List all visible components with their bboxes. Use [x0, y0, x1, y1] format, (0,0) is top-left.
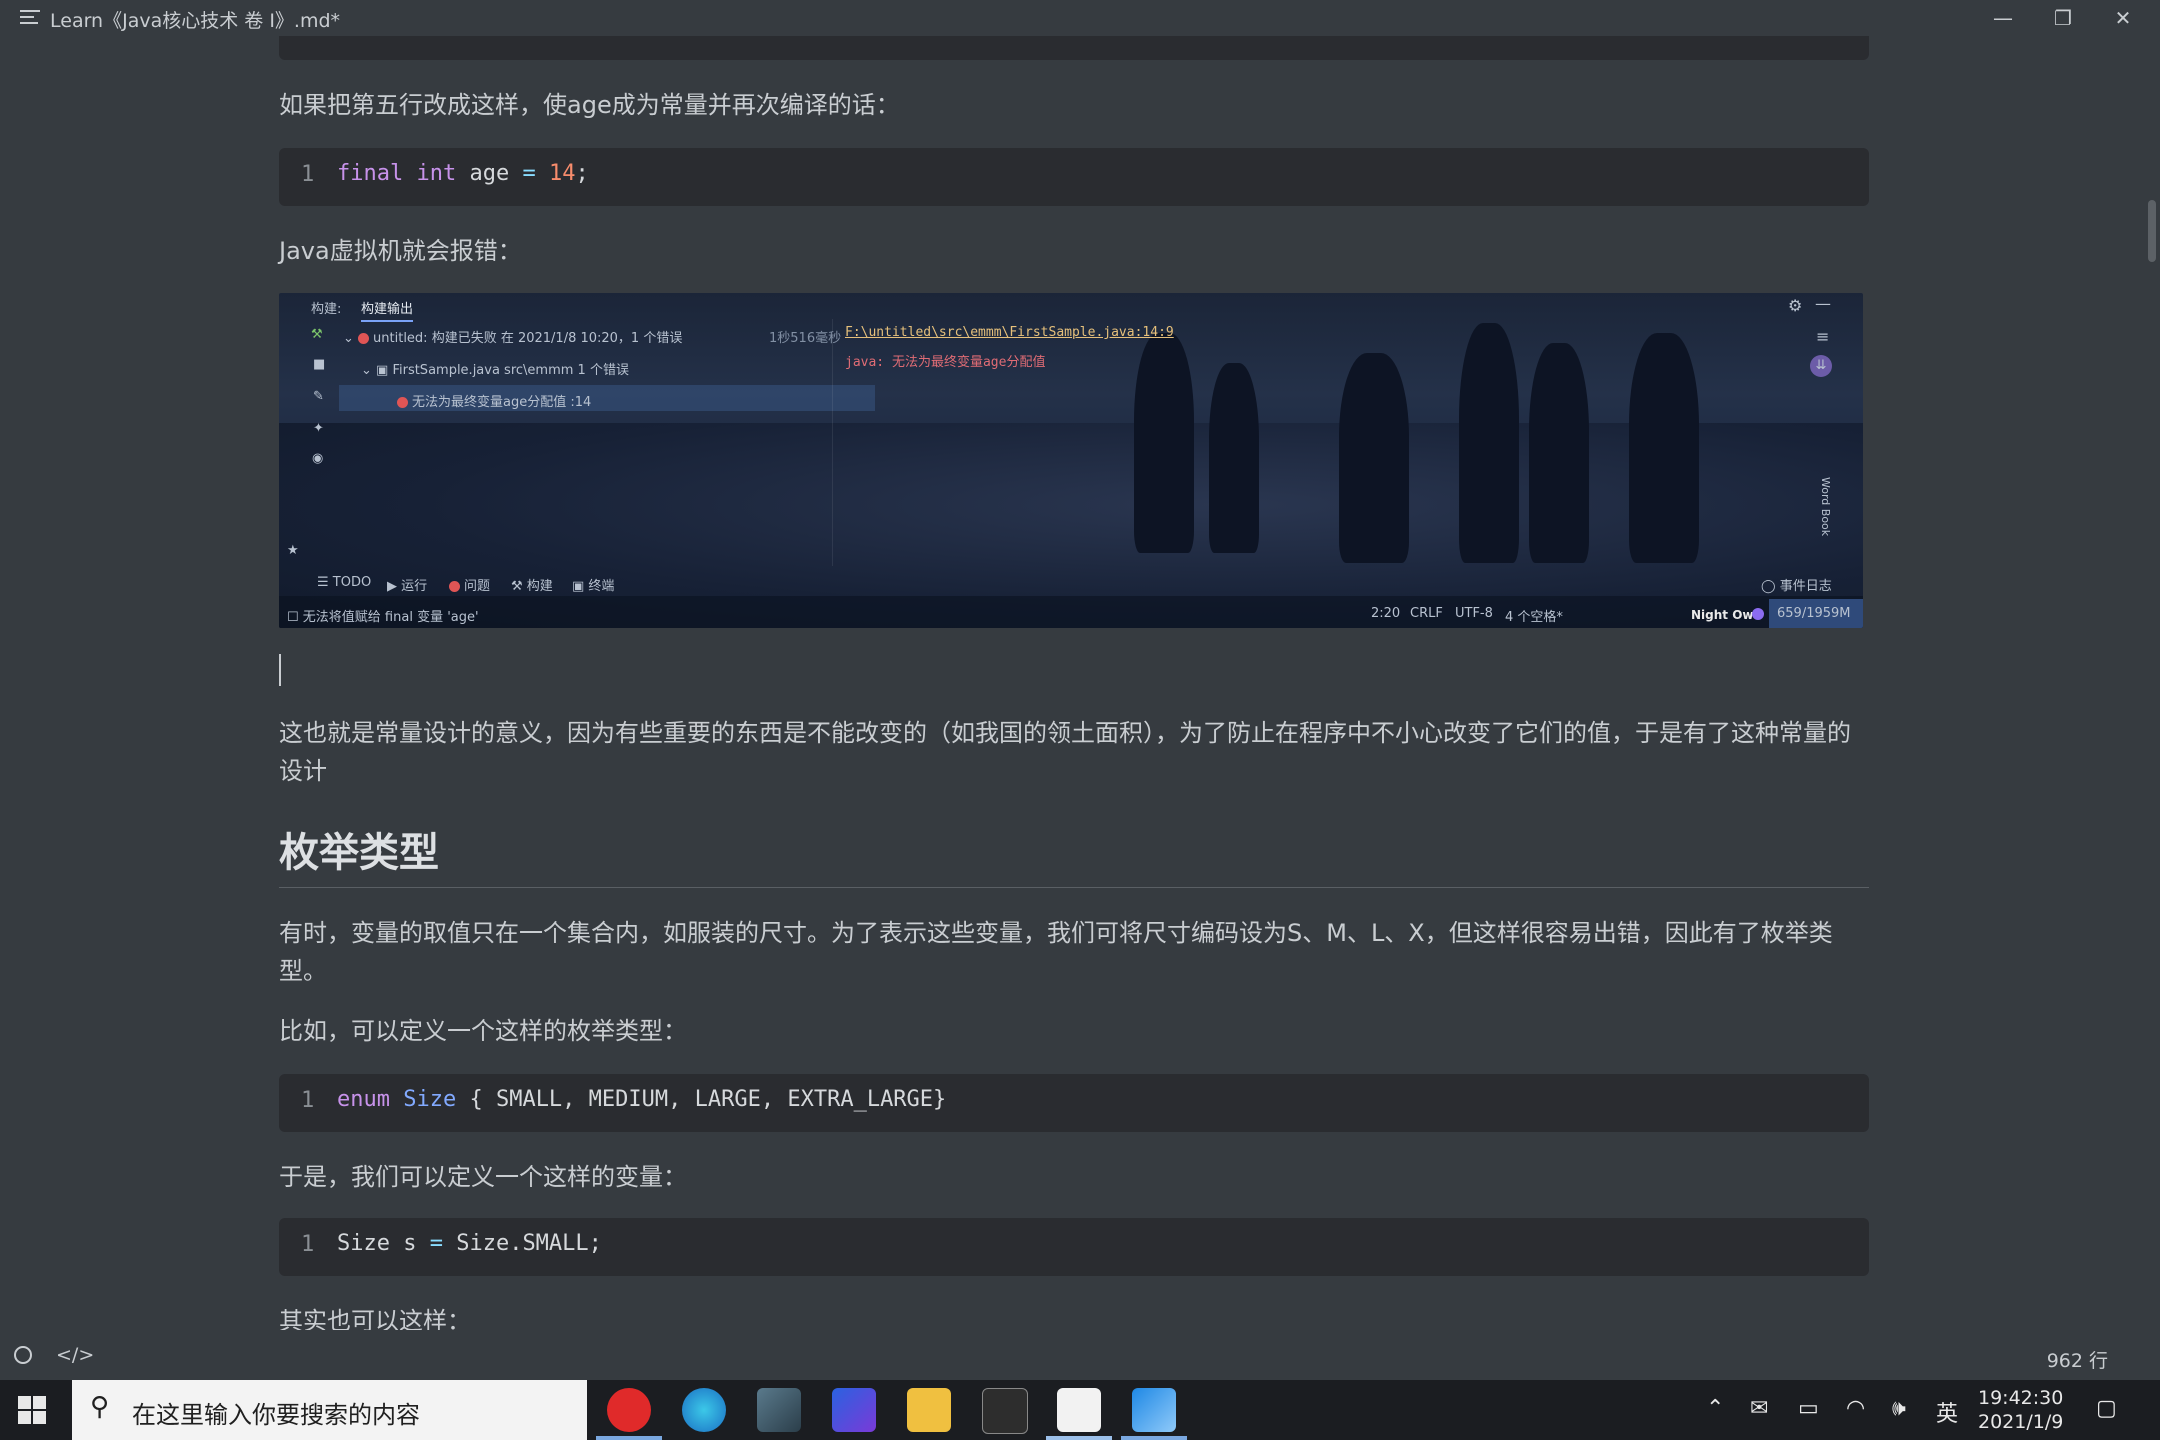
line-number: 1 [301, 1088, 315, 1113]
close-icon[interactable]: ✕ [2093, 0, 2153, 36]
minimize-panel-icon: — [1815, 294, 1831, 313]
code-block[interactable]: 1 enum Size { SMALL, MEDIUM, LARGE, EXTR… [279, 1074, 1869, 1132]
ime-indicator[interactable]: 英 [1936, 1396, 1958, 1428]
ide-status-theme: Night Owl [1691, 608, 1758, 622]
star-icon: ★ [287, 543, 299, 558]
source-mode-icon[interactable]: </> [56, 1344, 94, 1366]
ide-status-memory: 659/1959M [1769, 599, 1863, 628]
ide-status-caret: 2:20 [1371, 606, 1401, 621]
app-active-indicator [1046, 1436, 1112, 1440]
paragraph: 有时，变量的取值只在一个集合内，如服装的尺寸。为了表示这些变量，我们可将尺寸编码… [279, 919, 1833, 985]
plugin-icon: ⇊ [1810, 355, 1832, 377]
title-bar: Learn《Java核心技术 卷 I》.md* — ❐ ✕ [0, 0, 2160, 36]
hammer-icon: ⚒ [311, 327, 323, 342]
line-number: 1 [301, 162, 315, 187]
editor-status-bar: </> 962 行 [0, 1338, 2160, 1378]
tree-file: ⌄ ▣ FirstSample.java src\emmm 1 个错误 [361, 363, 629, 378]
taskbar-search-box[interactable]: ⚲ 在这里输入你要搜索的内容 [72, 1380, 587, 1440]
stop-icon: ■ [313, 357, 326, 372]
paragraph: 如果把第五行改成这样，使age成为常量并再次编译的话： [279, 91, 900, 119]
paragraph: 比如，可以定义一个这样的枚举类型： [279, 1017, 687, 1045]
ide-bottom-tab-problems: 问题 [449, 575, 490, 594]
heading-divider [279, 887, 1869, 888]
netease-music-icon[interactable] [607, 1388, 651, 1432]
ide-status-line-ending: CRLF [1410, 606, 1443, 621]
event-log: ◯ 事件日志 [1761, 579, 1832, 594]
menu-icon[interactable] [20, 10, 40, 26]
tray-app-icon[interactable]: ✉ [1750, 1396, 1768, 1421]
volume-icon[interactable]: 🕪 [1892, 1396, 1906, 1421]
wrench-icon: ✎ [313, 389, 324, 404]
system-clock[interactable]: 19:42:30 2021/1/9 [1978, 1386, 2063, 1434]
code-line: Size s = Size.SMALL; [337, 1231, 602, 1256]
line-count: 962 行 [2046, 1350, 2108, 1372]
taskbar: ⚲ 在这里输入你要搜索的内容 ⌃ ✉ ▭ ◠ 🕪 英 19:42:30 2021… [0, 1380, 2160, 1440]
code-block[interactable]: 1 Size s = Size.SMALL; [279, 1218, 1869, 1276]
ide-bottom-tab-todo: ☰ TODO [317, 575, 372, 590]
wrap-icon: ≡ [1816, 327, 1830, 346]
ide-status-message: ☐ 无法将值赋给 final 变量 'age' [287, 610, 479, 625]
clock-date: 2021/1/9 [1978, 1411, 2064, 1433]
gear-icon: ⚙ [1788, 296, 1803, 315]
ide-screenshot-image: 构建: 构建输出 ⚙ — ⚒ ■ ✎ ✦ ◉ ★ ⌄ untitled: 构建已… [279, 293, 1863, 628]
paint-app-icon[interactable] [1132, 1388, 1176, 1432]
search-icon: ⚲ [90, 1392, 110, 1422]
side-label: Word Book [1819, 477, 1832, 537]
eye-icon: ◉ [312, 451, 324, 466]
paragraph: 这也就是常量设计的意义，因为有些重要的东西是不能改变的（如我国的领土面积），为了… [279, 719, 1851, 785]
app-active-indicator [596, 1436, 662, 1440]
ide-bottom-tab-run: ▶ 运行 [387, 579, 428, 594]
tree-time: 1秒516毫秒 [769, 331, 842, 346]
heading-enum-types: 枚举类型 [279, 830, 439, 876]
ide-tab-build: 构建: [311, 302, 342, 317]
wifi-icon[interactable]: ◠ [1846, 1396, 1865, 1421]
paragraph: Java虚拟机就会报错： [279, 237, 522, 265]
scrollbar-thumb[interactable] [2148, 200, 2156, 262]
search-placeholder: 在这里输入你要搜索的内容 [132, 1401, 420, 1429]
outline-toggle-icon[interactable] [14, 1346, 32, 1364]
minimize-icon[interactable]: — [1973, 0, 2033, 36]
file-explorer-icon[interactable] [907, 1388, 951, 1432]
tray-overflow-icon[interactable]: ⌃ [1706, 1396, 1724, 1421]
terminal-icon[interactable] [982, 1388, 1028, 1434]
windows-start-icon[interactable] [18, 1396, 46, 1424]
line-number: 1 [301, 1232, 315, 1257]
code-line: final int age = 14; [337, 161, 589, 186]
intellij-idea-icon[interactable] [832, 1388, 876, 1432]
theme-dot-icon [1752, 608, 1764, 620]
edge-browser-icon[interactable] [682, 1388, 726, 1432]
app-active-indicator [1121, 1436, 1187, 1440]
window-title: Learn《Java核心技术 卷 I》.md* [50, 10, 341, 32]
tree-root: ⌄ untitled: 构建已失败 在 2021/1/8 10:20，1 个错误 [343, 331, 683, 346]
battery-icon[interactable]: ▭ [1798, 1396, 1819, 1421]
text-caret [279, 654, 281, 686]
paragraph: 于是，我们可以定义一个这样的变量： [279, 1163, 687, 1191]
notification-icon[interactable]: ▢ [2096, 1396, 2117, 1421]
ide-bottom-tab-build: ⚒ 构建 [511, 579, 553, 594]
output-error: java: 无法为最终变量age分配值 [845, 355, 1046, 370]
code-line: enum Size { SMALL, MEDIUM, LARGE, EXTRA_… [337, 1087, 947, 1112]
clock-time: 19:42:30 [1978, 1387, 2064, 1409]
output-path: F:\untitled\src\emmm\FirstSample.java:14… [845, 325, 1174, 340]
restore-icon[interactable]: ❐ [2033, 0, 2093, 36]
ide-bottom-tab-terminal: ▣ 终端 [572, 579, 615, 594]
code-block[interactable]: 1 final int age = 14; [279, 148, 1869, 206]
ide-status-encoding: UTF-8 [1455, 606, 1493, 621]
code-block-previous [279, 36, 1869, 60]
ide-status-indent: 4 个空格* [1505, 610, 1563, 625]
ide-tab-output: 构建输出 [361, 298, 414, 322]
pin-icon: ✦ [313, 421, 324, 436]
typora-icon[interactable] [1057, 1388, 1101, 1432]
image-viewer-icon[interactable] [757, 1388, 801, 1432]
tree-error: 无法为最终变量age分配值 :14 [397, 391, 591, 410]
